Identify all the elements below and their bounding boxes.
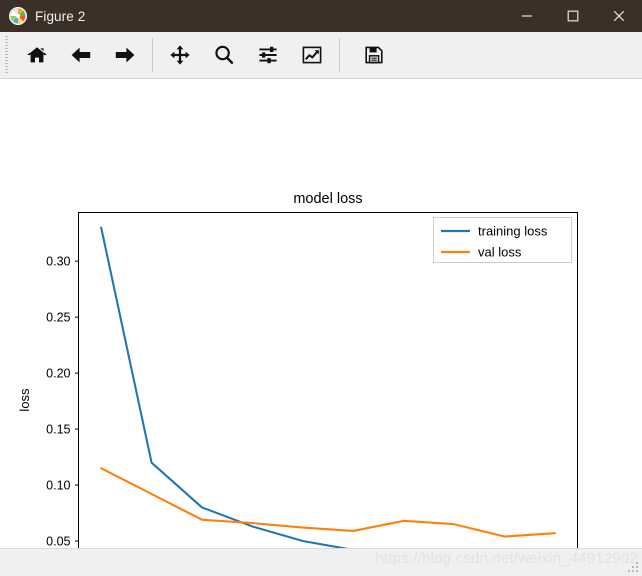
figure-window: Figure 2 [0,0,642,576]
chart-legend[interactable]: training loss val loss [434,218,572,263]
subplots-button[interactable] [246,35,290,75]
y-tick-label: 0.25 [46,311,70,325]
toolbar-drag-handle[interactable] [3,36,10,75]
home-button[interactable] [15,35,59,75]
window-titlebar[interactable]: Figure 2 [0,0,642,32]
watermark-text: https://blog.csdn.net/weixin_44912902 [375,550,638,567]
legend-label-1: val loss [478,245,522,260]
chart-title: model loss [293,191,362,207]
navigation-toolbar [0,32,642,79]
back-button[interactable] [59,35,103,75]
window-title: Figure 2 [35,9,85,24]
plot-figure: 02468 0.050.100.150.200.250.30 model los… [0,79,642,576]
maximize-button[interactable] [550,0,596,32]
model-loss-line-chart: 02468 0.050.100.150.200.250.30 model los… [0,79,642,576]
chart-line-icon [301,44,323,66]
toolbar-separator-1 [152,38,153,72]
window-controls [504,0,642,32]
forward-button[interactable] [103,35,147,75]
status-bar: https://blog.csdn.net/weixin_44912902 [0,548,642,576]
y-tick-label: 0.30 [46,255,70,269]
minimize-button[interactable] [504,0,550,32]
magnifier-icon [213,44,235,66]
figure-canvas[interactable]: 02468 0.050.100.150.200.250.30 model los… [0,79,642,576]
y-tick-label: 0.05 [46,535,70,549]
matplotlib-icon [9,7,27,25]
y-tick-label: 0.20 [46,367,70,381]
axes-button[interactable] [290,35,334,75]
floppy-disk-save-icon [363,44,385,66]
legend-label-0: training loss [478,224,548,239]
y-tick-label: 0.10 [46,479,70,493]
pan-button[interactable] [158,35,202,75]
arrow-right-icon [114,44,136,66]
y-tick-label: 0.15 [46,423,70,437]
save-button[interactable] [352,35,396,75]
toolbar-separator-2 [339,38,340,72]
move-arrows-icon [169,44,191,66]
axes-frame [79,213,578,576]
home-icon [26,44,48,66]
zoom-button[interactable] [202,35,246,75]
sliders-icon [257,44,279,66]
resize-grip-icon[interactable] [628,562,639,573]
close-button[interactable] [596,0,642,32]
arrow-left-icon [70,44,92,66]
y-axis-label: loss [17,388,32,412]
